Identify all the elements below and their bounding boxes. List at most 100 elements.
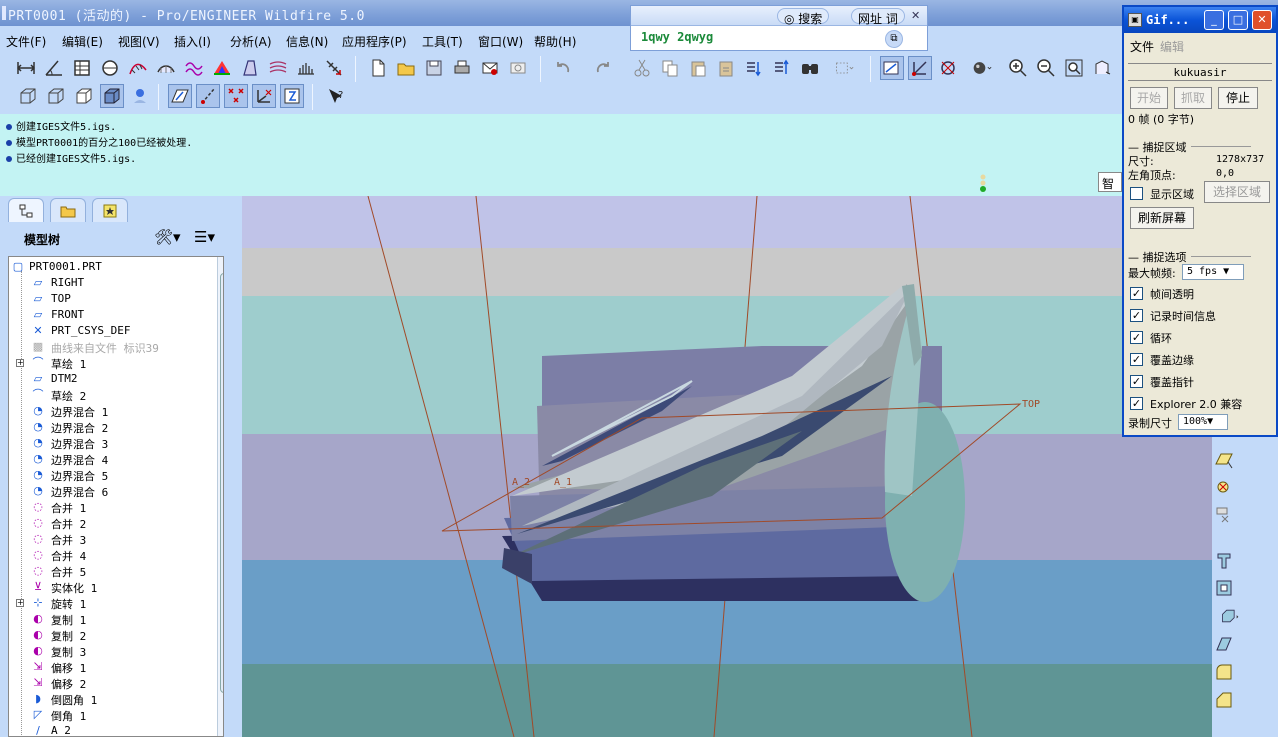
new-file-icon[interactable]: [366, 56, 390, 80]
menu-tools[interactable]: 工具(T): [422, 33, 463, 50]
refresh-screen-button[interactable]: 刷新屏幕: [1130, 207, 1194, 229]
tree-item[interactable]: ◔ 边界混合 2: [9, 419, 209, 435]
diameter-analysis-icon[interactable]: [98, 56, 122, 80]
menu-view[interactable]: 视图(V): [118, 33, 160, 50]
tree-item[interactable]: ▱ TOP: [9, 291, 209, 307]
paste-special-icon[interactable]: [714, 56, 738, 80]
tree-item[interactable]: ◔ 边界混合 1: [9, 403, 209, 419]
paste-icon[interactable]: [686, 56, 710, 80]
tree-filters-icon[interactable]: ☰▾: [194, 228, 215, 246]
show-region-checkbox[interactable]: [1130, 187, 1143, 200]
zoom-out-icon[interactable]: [1034, 56, 1058, 80]
tree-item[interactable]: ▢ PRT0001.PRT: [9, 259, 209, 275]
tree-settings-icon[interactable]: 🛠▾: [154, 228, 181, 246]
tree-item[interactable]: ◌ 合并 3: [9, 531, 209, 547]
datum-plane-tool-icon[interactable]: [1212, 448, 1236, 472]
tab-model-tree[interactable]: [8, 198, 44, 222]
option-checkbox[interactable]: ✓: [1130, 353, 1143, 366]
tree-item[interactable]: ◌ 合并 5: [9, 563, 209, 579]
tree-item[interactable]: ◗ 倒圆角 1: [9, 691, 209, 707]
tree-item[interactable]: ◐ 复制 1: [9, 611, 209, 627]
option-checkbox[interactable]: ✓: [1130, 287, 1143, 300]
link-icon[interactable]: [506, 56, 530, 80]
tree-item[interactable]: ▱ DTM2: [9, 371, 209, 387]
tree-item[interactable]: ▱ FRONT: [9, 307, 209, 323]
option-checkbox[interactable]: ✓: [1130, 309, 1143, 322]
draft-analysis-icon[interactable]: [238, 56, 262, 80]
dihedral-analysis-icon[interactable]: [294, 56, 318, 80]
reorient-icon[interactable]: [1090, 56, 1114, 80]
print-icon[interactable]: [450, 56, 474, 80]
menu-window[interactable]: 窗口(W): [478, 33, 523, 50]
round-tool-icon[interactable]: [1212, 660, 1236, 684]
annotation-display-icon[interactable]: [280, 84, 304, 108]
refit-icon[interactable]: [1062, 56, 1086, 80]
tab-folder-browser[interactable]: [50, 198, 86, 222]
start-button[interactable]: 开始: [1130, 87, 1168, 109]
close-icon[interactable]: ✕: [911, 9, 920, 22]
graphics-window[interactable]: TOP A_2 A_1: [242, 196, 1212, 737]
surface-analysis-icon[interactable]: [154, 56, 178, 80]
menu-applications[interactable]: 应用程序(P): [342, 33, 407, 50]
redo-icon[interactable]: [588, 56, 618, 80]
tree-item[interactable]: ◌ 合并 2: [9, 515, 209, 531]
email-icon[interactable]: [478, 56, 502, 80]
draft-tool-icon[interactable]: [1212, 632, 1236, 656]
distance-analysis-icon[interactable]: [14, 56, 38, 80]
datum-point-tool-icon[interactable]: [1212, 476, 1236, 500]
shade-analysis-icon[interactable]: [322, 56, 346, 80]
tab-search[interactable]: ◎ 搜索: [777, 8, 830, 26]
extrude-tool-icon[interactable]: [1212, 548, 1236, 572]
reflection-analysis-icon[interactable]: [210, 56, 234, 80]
tab-favorites[interactable]: [92, 198, 128, 222]
copy-result-icon[interactable]: ⧉: [885, 30, 903, 48]
option-checkbox[interactable]: ✓: [1130, 397, 1143, 410]
tree-item[interactable]: ⇲ 偏移 1: [9, 659, 209, 675]
no-hidden-icon[interactable]: [72, 84, 96, 108]
menu-info[interactable]: 信息(N): [286, 33, 328, 50]
datum-planes-toggle-icon[interactable]: [880, 56, 904, 80]
chamfer-tool-icon[interactable]: [1212, 688, 1236, 712]
shading-icon[interactable]: [100, 84, 124, 108]
option-checkbox[interactable]: ✓: [1130, 375, 1143, 388]
model-tree-display-icon[interactable]: [128, 84, 152, 108]
max-fps-dropdown[interactable]: 5 fps ▼: [1182, 264, 1244, 280]
expand-icon[interactable]: +: [16, 599, 24, 607]
selection-box-icon[interactable]: [826, 56, 862, 80]
open-folder-icon[interactable]: [394, 56, 418, 80]
model-tree-scrollbar[interactable]: [217, 257, 223, 736]
save-icon[interactable]: [422, 56, 446, 80]
find-icon[interactable]: [798, 56, 822, 80]
datum-axis-display-icon[interactable]: [196, 84, 220, 108]
tree-item[interactable]: ◔ 边界混合 4: [9, 451, 209, 467]
tab-url[interactable]: 网址 词: [851, 8, 905, 26]
tree-item[interactable]: ⇲ 偏移 2: [9, 675, 209, 691]
tree-item[interactable]: / A_2: [9, 723, 209, 736]
datum-point-display-icon[interactable]: [224, 84, 248, 108]
csys-tool-icon[interactable]: [1212, 502, 1236, 526]
search-query-text[interactable]: 1qwy 2qwyg: [641, 30, 713, 44]
minimize-button[interactable]: _: [1204, 10, 1224, 30]
slope-analysis-icon[interactable]: [266, 56, 290, 80]
hole-tool-icon[interactable]: [1212, 576, 1236, 600]
datum-plane-display-icon[interactable]: [168, 84, 192, 108]
selection-filter-dropdown[interactable]: 智能: [1098, 172, 1122, 192]
stop-button[interactable]: 停止: [1218, 87, 1258, 109]
tree-item[interactable]: + ⊹ 旋转 1: [9, 595, 209, 611]
cut-icon[interactable]: [630, 56, 654, 80]
area-analysis-icon[interactable]: [70, 56, 94, 80]
expand-icon[interactable]: +: [16, 359, 24, 367]
tree-item[interactable]: ✕ PRT_CSYS_DEF: [9, 323, 209, 339]
angle-analysis-icon[interactable]: [42, 56, 66, 80]
capture-button[interactable]: 抓取: [1174, 87, 1212, 109]
close-button[interactable]: ✕: [1252, 10, 1272, 30]
regenerate-icon[interactable]: [742, 56, 766, 80]
tree-item[interactable]: + ⌒ 草绘 1: [9, 355, 209, 371]
regeneration-manager-icon[interactable]: [770, 56, 794, 80]
tree-item[interactable]: ⊻ 实体化 1: [9, 579, 209, 595]
scrollbar-thumb[interactable]: [220, 273, 223, 693]
tree-item[interactable]: ◔ 边界混合 6: [9, 483, 209, 499]
menu-file[interactable]: 文件(F): [6, 33, 46, 50]
tree-item[interactable]: ◸ 倒角 1: [9, 707, 209, 723]
zoom-in-icon[interactable]: [1006, 56, 1030, 80]
